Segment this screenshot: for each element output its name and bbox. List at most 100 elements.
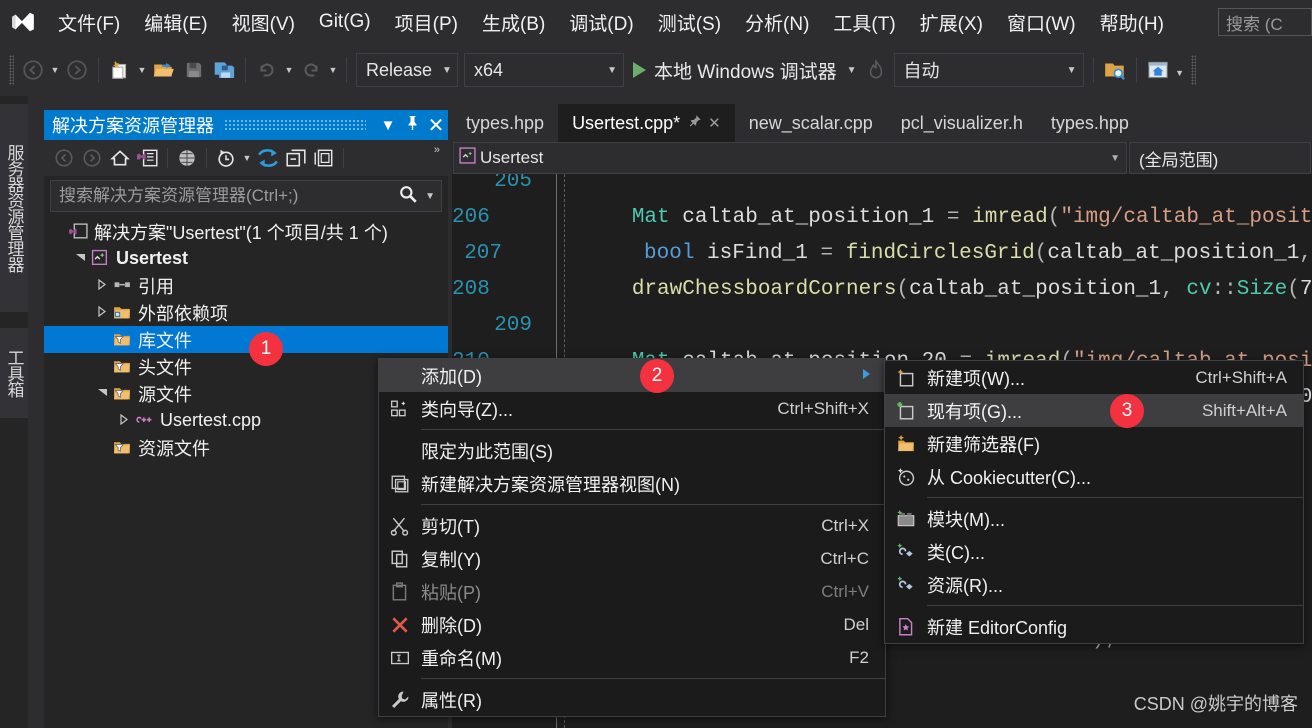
undo-dropdown-icon[interactable]: ▼ xyxy=(282,53,296,87)
menu-item[interactable]: 限定为此范围(S) xyxy=(379,434,885,467)
chevron-down-icon[interactable]: ▼ xyxy=(421,191,441,202)
menu-item[interactable]: 模块(M)... xyxy=(885,502,1303,535)
menu-item[interactable]: 重命名(M) F2 xyxy=(379,641,885,674)
back-arrow-icon[interactable] xyxy=(18,53,48,87)
pending-changes-icon[interactable] xyxy=(212,144,240,172)
auto-attach-combo[interactable]: 自动 ▼ xyxy=(893,53,1084,87)
solution-configuration-combo[interactable]: Release ▼ xyxy=(356,53,458,87)
menu-item[interactable]: Git(G) xyxy=(307,0,383,44)
watermark: CSDN @姚宇的博客 xyxy=(1133,694,1298,714)
menu-item[interactable]: 现有项(G)... Shift+Alt+A xyxy=(885,394,1303,427)
solution-view-icon[interactable] xyxy=(134,144,162,172)
toolbar-overflow-icon[interactable]: ▼ xyxy=(1173,56,1187,90)
menu-item[interactable]: 新建 EditorConfig xyxy=(885,610,1303,643)
save-icon[interactable] xyxy=(179,53,209,87)
menu-item[interactable]: 属性(R) xyxy=(379,683,885,716)
forward-icon[interactable] xyxy=(78,144,106,172)
global-search-placeholder: 搜索 (C xyxy=(1226,14,1283,34)
solution-platform-combo[interactable]: x64 ▼ xyxy=(464,53,624,87)
menu-item[interactable]: 帮助(H) xyxy=(1088,0,1176,44)
menu-item[interactable]: 工具(T) xyxy=(821,0,907,44)
editor-tab[interactable]: types.hpp xyxy=(1037,104,1143,142)
undo-icon[interactable] xyxy=(252,53,282,87)
menu-item[interactable]: 复制(Y) Ctrl+C xyxy=(379,542,885,575)
overflow-chevrons-icon[interactable]: » xyxy=(434,144,448,156)
menu-item[interactable]: 视图(V) xyxy=(220,0,307,44)
pin-icon[interactable] xyxy=(689,115,701,131)
editor-tab[interactable]: Usertest.cpp* ✕ xyxy=(558,104,735,142)
menu-item[interactable]: 窗口(W) xyxy=(995,0,1088,44)
menu-item[interactable]: 调试(D) xyxy=(557,0,645,44)
menu-item[interactable]: 类向导(Z)... Ctrl+Shift+X xyxy=(379,392,885,425)
editor-tab[interactable]: pcl_visualizer.h xyxy=(887,104,1037,142)
menu-item-shortcut: Ctrl+C xyxy=(820,548,869,568)
menu-item[interactable]: 新建解决方案资源管理器视图(N) xyxy=(379,467,885,500)
redo-dropdown-icon[interactable]: ▼ xyxy=(326,53,340,87)
expander-collapsed-icon[interactable] xyxy=(94,278,110,293)
chevron-down-icon[interactable]: ▼ xyxy=(847,65,857,76)
start-debug-button[interactable]: 本地 Windows 调试器 ▼ xyxy=(627,53,861,87)
redo-icon[interactable] xyxy=(296,53,326,87)
search-input[interactable] xyxy=(57,185,396,207)
new-file-icon[interactable] xyxy=(105,53,135,87)
hot-reload-icon[interactable] xyxy=(861,53,891,87)
expander-collapsed-icon[interactable] xyxy=(94,305,110,320)
toolbar-grip-right[interactable] xyxy=(1187,53,1201,87)
menu-separator xyxy=(421,504,885,505)
navbar-member-combo[interactable]: (全局范围) xyxy=(1129,142,1311,174)
global-search-box[interactable]: 搜索 (C xyxy=(1218,8,1312,36)
magnifier-icon[interactable] xyxy=(395,184,421,209)
menu-item[interactable]: 项目(P) xyxy=(383,0,470,44)
collapse-all-icon[interactable] xyxy=(282,144,310,172)
menu-item[interactable]: 生成(B) xyxy=(470,0,557,44)
open-folder-icon[interactable] xyxy=(149,53,179,87)
start-window-icon[interactable] xyxy=(1143,53,1173,87)
menu-item[interactable]: 从 Cookiecutter(C)... xyxy=(885,460,1303,493)
menu-item[interactable]: 新建筛选器(F) xyxy=(885,427,1303,460)
menu-item[interactable]: 编辑(E) xyxy=(132,0,219,44)
titlebar-drag-area[interactable] xyxy=(224,120,366,130)
editor-tab[interactable]: types.hpp xyxy=(452,104,558,142)
menu-item[interactable]: 新建项(W)... Ctrl+Shift+A xyxy=(885,361,1303,394)
tree-item-node[interactable]: 引用 xyxy=(44,272,448,299)
vs-logo-icon[interactable] xyxy=(0,0,46,44)
close-icon[interactable]: ✕ xyxy=(424,113,448,138)
save-all-icon[interactable] xyxy=(209,53,239,87)
expander-expanded-icon[interactable] xyxy=(94,387,110,400)
vertical-tab-toolbox[interactable]: 工具箱 xyxy=(0,328,28,418)
pin-icon[interactable] xyxy=(400,115,424,135)
new-file-dropdown-icon[interactable]: ▼ xyxy=(135,53,149,87)
close-icon[interactable]: ✕ xyxy=(708,114,721,132)
forward-arrow-icon[interactable] xyxy=(62,53,92,87)
tree-item-node[interactable]: 解决方案"Usertest"(1 个项目/共 1 个) xyxy=(44,218,448,245)
properties-icon[interactable] xyxy=(310,144,338,172)
tree-item-selected[interactable]: 库文件 xyxy=(44,326,448,353)
find-in-files-icon[interactable] xyxy=(1100,53,1130,87)
toolbar-grip[interactable] xyxy=(4,53,18,87)
menu-item[interactable]: 分析(N) xyxy=(733,0,821,44)
tree-item-node[interactable]: Usertest xyxy=(44,245,448,272)
back-dropdown-icon[interactable]: ▼ xyxy=(48,53,62,87)
menu-item[interactable]: 删除(D) Del xyxy=(379,608,885,641)
menu-item[interactable]: 添加(D) xyxy=(379,359,885,392)
tree-item-node[interactable]: 外部依赖项 xyxy=(44,299,448,326)
menu-item[interactable]: 剪切(T) Ctrl+X xyxy=(379,509,885,542)
menu-item-label: 新建解决方案资源管理器视图(N) xyxy=(421,474,680,495)
menu-item[interactable]: 扩展(X) xyxy=(908,0,995,44)
back-icon[interactable] xyxy=(50,144,78,172)
refresh-icon[interactable] xyxy=(254,144,282,172)
chevron-down-icon[interactable]: ▼ xyxy=(376,117,400,134)
home-icon[interactable] xyxy=(106,144,134,172)
vertical-tab-server-explorer[interactable]: 服务器资源管理器 xyxy=(0,104,28,312)
menu-item[interactable]: 文件(F) xyxy=(46,0,132,44)
solution-explorer-search[interactable]: ▼ xyxy=(50,180,442,212)
editor-tab[interactable]: new_scalar.cpp xyxy=(735,104,887,142)
menu-item[interactable]: 资源(R)... xyxy=(885,568,1303,601)
expander-collapsed-icon[interactable] xyxy=(116,413,132,428)
menu-item[interactable]: 测试(S) xyxy=(646,0,733,44)
menu-item[interactable]: 类(C)... xyxy=(885,535,1303,568)
navbar-project-combo[interactable]: Usertest ▼ xyxy=(453,142,1127,174)
chevron-down-icon[interactable]: ▼ xyxy=(240,144,254,172)
globe-icon[interactable] xyxy=(173,144,201,172)
expander-expanded-icon[interactable] xyxy=(72,252,88,265)
